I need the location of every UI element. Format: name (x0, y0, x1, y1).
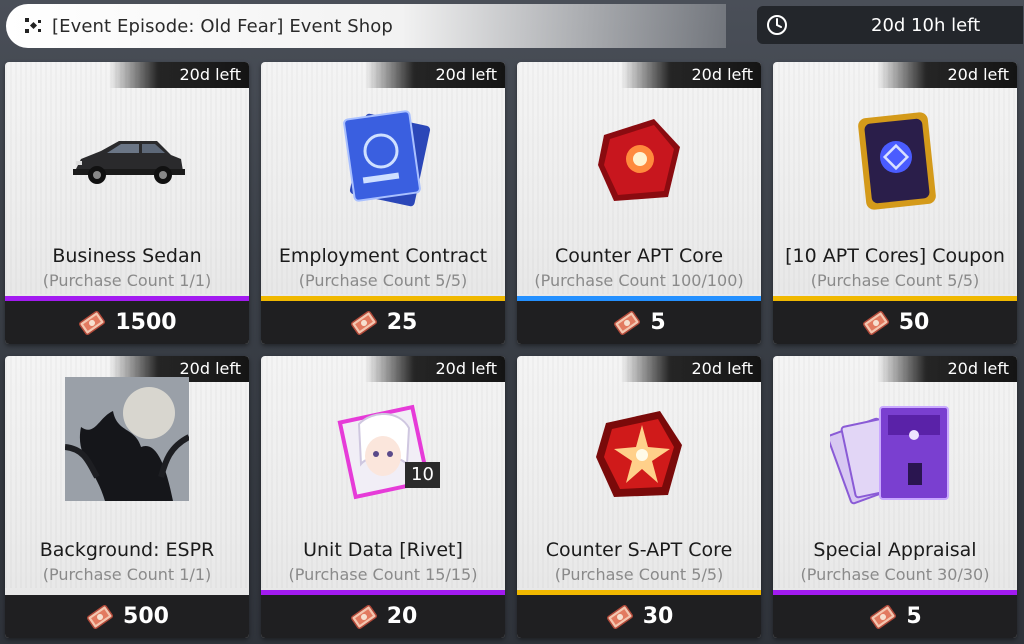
price-button[interactable]: 5 (517, 301, 761, 344)
time-left-tag: 20d left (621, 62, 761, 88)
time-left-tag: 20d left (365, 62, 505, 88)
ticket-icon (612, 308, 642, 338)
price-text: 500 (123, 604, 169, 629)
contract-icon (261, 90, 505, 230)
apt-core-icon (517, 90, 761, 230)
price-button[interactable]: 500 (5, 595, 249, 638)
purchase-count: (Purchase Count 5/5) (554, 565, 724, 584)
ticket-icon (605, 602, 635, 632)
ticket-icon (349, 308, 379, 338)
timer-text: 20d 10h left (871, 14, 981, 36)
purchase-count: (Purchase Count 5/5) (298, 271, 468, 290)
s-apt-core-icon (517, 384, 761, 524)
ticket-icon (868, 602, 898, 632)
shop-item-background-espr[interactable]: 20d left Background: ESPR (Purchase Coun… (5, 356, 249, 638)
purchase-count: (Purchase Count 30/30) (800, 565, 990, 584)
price-button[interactable]: 1500 (5, 301, 249, 344)
special-appraisal-icon (773, 384, 1017, 524)
time-left-tag: 20d left (109, 62, 249, 88)
price-button[interactable]: 5 (773, 595, 1017, 638)
price-button[interactable]: 30 (517, 595, 761, 638)
ticket-icon (85, 602, 115, 632)
event-timer: 20d 10h left (757, 6, 1023, 44)
price-text: 25 (386, 310, 418, 335)
time-left-tag: 20d left (365, 356, 505, 382)
shop-title-bar: [Event Episode: Old Fear] Event Shop (6, 4, 726, 48)
purchase-count: (Purchase Count 100/100) (534, 271, 744, 290)
price-text: 1500 (115, 310, 177, 335)
unit-data-rivet-icon (261, 384, 505, 524)
price-text: 20 (386, 604, 418, 629)
shop-item-counter-apt-core[interactable]: 20d left Counter APT Core (Purchase Coun… (517, 62, 761, 344)
shop-item-unit-data-rivet[interactable]: 20d left 10 Unit Data [Rivet] (Purchase … (261, 356, 505, 638)
sparkle-icon (20, 12, 48, 40)
shop-item-apt-cores-coupon[interactable]: 20d left [10 APT Cores] Coupon (Purchase… (773, 62, 1017, 344)
price-button[interactable]: 20 (261, 595, 505, 638)
ticket-icon (861, 308, 891, 338)
shop-item-special-appraisal[interactable]: 20d left Special Appraisal (Purchase Cou… (773, 356, 1017, 638)
time-left-tag: 20d left (877, 356, 1017, 382)
background-espr-icon (5, 376, 249, 502)
price-text: 30 (642, 604, 674, 629)
price-button[interactable]: 50 (773, 301, 1017, 344)
purchase-count: (Purchase Count 1/1) (42, 565, 212, 584)
quantity-badge: 10 (405, 462, 440, 488)
shop-item-business-sedan[interactable]: 20d left Business Sedan (Purchase Count … (5, 62, 249, 344)
purchase-count: (Purchase Count 15/15) (288, 565, 478, 584)
time-left-tag: 20d left (621, 356, 761, 382)
shop-item-employment-contract[interactable]: 20d left Employment Contract (Purchase C… (261, 62, 505, 344)
shop-item-counter-s-apt-core[interactable]: 20d left Counter S-APT Core (Purchase Co… (517, 356, 761, 638)
sedan-car-icon (5, 90, 249, 230)
purchase-count: (Purchase Count 5/5) (810, 271, 980, 290)
time-left-tag: 20d left (877, 62, 1017, 88)
coupon-icon (773, 90, 1017, 230)
purchase-count: (Purchase Count 1/1) (42, 271, 212, 290)
ticket-icon (349, 602, 379, 632)
page-title: [Event Episode: Old Fear] Event Shop (52, 15, 393, 37)
price-text: 5 (906, 604, 922, 629)
price-text: 50 (898, 310, 930, 335)
price-button[interactable]: 25 (261, 301, 505, 344)
clock-icon (767, 15, 787, 35)
price-text: 5 (650, 310, 666, 335)
ticket-icon (77, 308, 107, 338)
